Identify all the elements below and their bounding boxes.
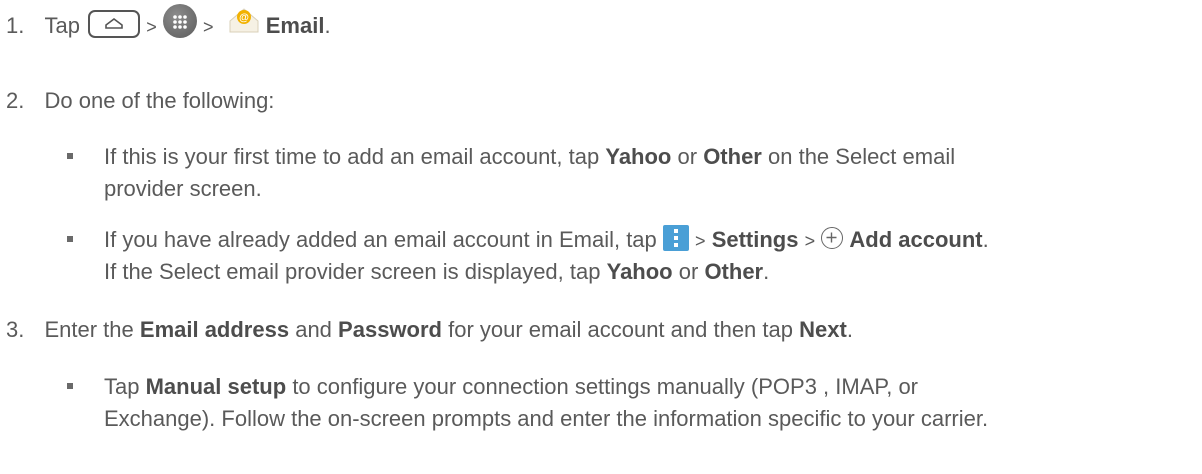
text: or (677, 144, 698, 169)
step-3: 3. Enter the Email address and Password … (6, 317, 853, 343)
settings-label: Settings (711, 227, 799, 252)
add-account-label: Add account (849, 227, 983, 252)
password-label: Password (338, 317, 442, 342)
text: provider screen. (104, 176, 262, 201)
bullet-1-line-1: If this is your first time to add an ema… (104, 144, 955, 170)
text: If this is your first time to add an ema… (104, 144, 600, 169)
bullet-2-line-1: If you have already added an email accou… (104, 225, 989, 254)
punct: . (982, 227, 989, 252)
bullet (67, 383, 73, 389)
text: and (295, 317, 332, 342)
apps-icon (162, 4, 197, 38)
step-2: 2. Do one of the following: (6, 88, 274, 114)
step-number: 1. (6, 12, 25, 38)
bullet-1-line-2: provider screen. (104, 176, 262, 202)
text: If you have already added an email accou… (104, 227, 657, 252)
next-label: Next (799, 317, 847, 342)
separator: > (146, 16, 157, 37)
text: Tap (104, 374, 140, 399)
separator: > (202, 16, 214, 37)
step-text: Do one of the following: (44, 88, 275, 113)
yahoo-label: Yahoo (605, 144, 672, 169)
text: to configure your connection settings ma… (292, 374, 919, 399)
text: Exchange). Follow the on-screen prompts … (104, 406, 989, 431)
step-number: 2. (6, 88, 25, 113)
bullet (67, 153, 73, 159)
step-number: 3. (6, 317, 25, 342)
separator: > (804, 231, 816, 251)
email-icon: @ (228, 5, 260, 33)
separator: > (695, 231, 706, 251)
text: Enter the (44, 317, 134, 342)
other-label: Other (704, 259, 764, 284)
manual-setup-label: Manual setup (145, 374, 287, 399)
step-1: 1. Tap > > @ Email. (6, 4, 331, 44)
plus-icon (821, 227, 844, 250)
email-address-label: Email address (139, 317, 290, 342)
punct: . (763, 259, 770, 284)
punct: . (324, 12, 331, 38)
punct: . (846, 317, 853, 342)
text: If the Select email provider screen is d… (104, 259, 601, 284)
email-app-label: Email (265, 12, 325, 38)
bullet-3-line-1: Tap Manual setup to configure your conne… (104, 374, 918, 400)
yahoo-label: Yahoo (606, 259, 673, 284)
bullet-2-line-2: If the Select email provider screen is d… (104, 259, 769, 285)
text: on the Select email (768, 144, 956, 169)
home-icon (88, 10, 141, 38)
step-text: Tap (44, 12, 80, 38)
bullet (67, 236, 73, 242)
text: or (678, 259, 699, 284)
text: for your email account and then tap (448, 317, 793, 342)
menu-icon (662, 225, 689, 252)
bullet-3-line-2: Exchange). Follow the on-screen prompts … (104, 406, 988, 432)
svg-text:@: @ (239, 13, 249, 24)
other-label: Other (703, 144, 762, 169)
